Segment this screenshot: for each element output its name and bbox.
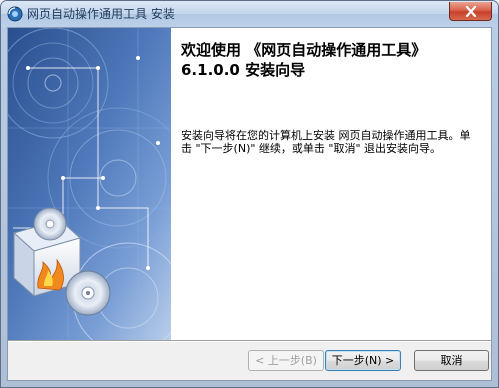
installer-banner-image <box>8 28 171 340</box>
app-icon <box>7 6 23 22</box>
window-title: 网页自动操作通用工具 安装 <box>27 7 175 21</box>
welcome-heading-line2: 6.1.0.0 安装向导 <box>181 61 306 79</box>
close-icon <box>465 6 477 17</box>
wizard-client-area: 欢迎使用 《网页自动操作通用工具》 6.1.0.0 安装向导 安装向导将在您的计… <box>7 27 492 381</box>
installer-window: 网页自动操作通用工具 安装 欢迎使用 《网页自动操作通用工具》 6.1.0.0 … <box>0 0 499 388</box>
title-bar[interactable]: 网页自动操作通用工具 安装 <box>1 1 498 27</box>
back-button[interactable]: < 上一步(B) <box>248 350 324 371</box>
welcome-heading-line1: 欢迎使用 《网页自动操作通用工具》 <box>181 41 427 59</box>
footer-separator <box>8 340 491 342</box>
close-button[interactable] <box>449 2 492 21</box>
wizard-content-panel: 欢迎使用 《网页自动操作通用工具》 6.1.0.0 安装向导 安装向导将在您的计… <box>171 28 491 340</box>
wizard-side-banner <box>8 28 171 340</box>
next-button[interactable]: 下一步(N) > <box>325 350 401 371</box>
welcome-description: 安装向导将在您的计算机上安装 网页自动操作通用工具。单击 "下一步(N)" 继续… <box>181 129 471 155</box>
welcome-heading: 欢迎使用 《网页自动操作通用工具》 6.1.0.0 安装向导 <box>181 40 481 80</box>
cancel-button[interactable]: 取消 <box>414 350 489 371</box>
